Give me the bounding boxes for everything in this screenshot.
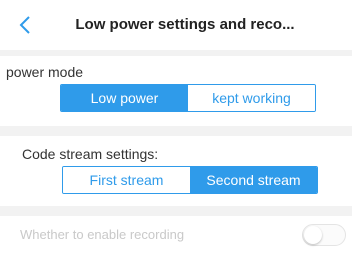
power-mode-label: power mode	[6, 64, 84, 80]
section-divider	[0, 206, 352, 216]
recording-toggle[interactable]	[302, 224, 346, 246]
recording-label: Whether to enable recording	[20, 227, 185, 242]
power-mode-selector: Low power kept working	[60, 84, 316, 112]
chevron-left-icon	[19, 16, 30, 34]
header-bar: Low power settings and reco...	[0, 0, 352, 50]
section-divider	[0, 50, 352, 56]
section-divider	[0, 126, 352, 136]
power-mode-kept-working-button[interactable]: kept working	[188, 85, 315, 111]
code-stream-label: Code stream settings:	[22, 146, 159, 162]
code-stream-second-button[interactable]: Second stream	[190, 167, 317, 193]
back-button[interactable]	[14, 12, 36, 38]
code-stream-first-button[interactable]: First stream	[63, 167, 190, 193]
toggle-knob	[304, 226, 322, 244]
page-title: Low power settings and reco...	[75, 16, 295, 33]
code-stream-selector: First stream Second stream	[62, 166, 318, 194]
power-mode-low-power-button[interactable]: Low power	[61, 85, 188, 111]
